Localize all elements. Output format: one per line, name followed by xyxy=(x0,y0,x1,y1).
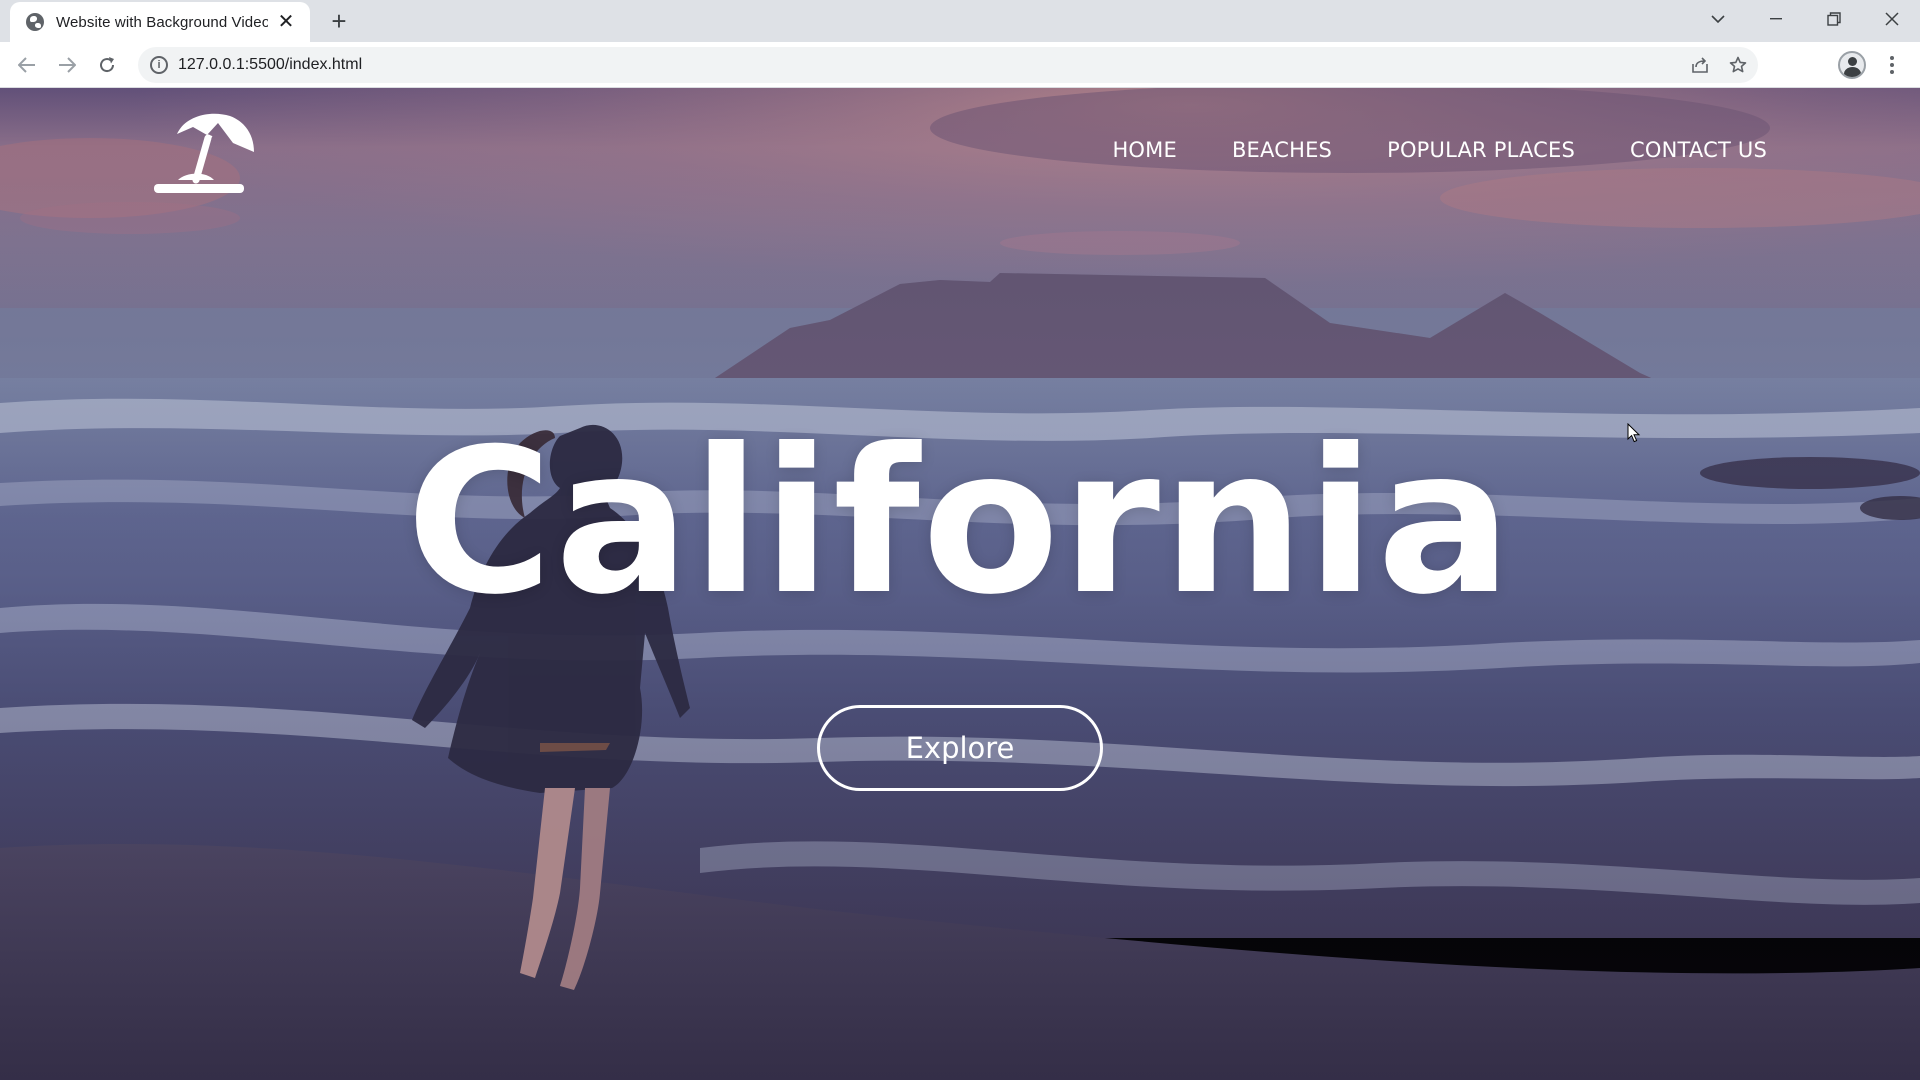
mouse-cursor-icon xyxy=(1627,422,1641,443)
minimize-icon[interactable] xyxy=(1748,0,1804,38)
star-icon[interactable] xyxy=(1724,51,1752,79)
arrow-left-icon[interactable] xyxy=(11,49,43,81)
tab-title: Website with Background Video xyxy=(56,13,268,31)
restore-icon[interactable] xyxy=(1806,0,1862,38)
nav-home[interactable]: HOME xyxy=(1112,138,1177,162)
hero-headline: California xyxy=(406,406,1514,639)
hero-section: HOME BEACHES POPULAR PLACES CONTACT US C… xyxy=(0,88,1920,1080)
beach-umbrella-icon[interactable] xyxy=(150,110,260,200)
explore-button[interactable]: Explore xyxy=(817,705,1103,791)
nav-beaches[interactable]: BEACHES xyxy=(1232,138,1332,162)
nav-popular-places[interactable]: POPULAR PLACES xyxy=(1387,138,1575,162)
close-icon[interactable] xyxy=(1864,0,1920,38)
kebab-menu-icon[interactable] xyxy=(1878,51,1906,79)
browser-toolbar: i 127.0.0.1:5500/index.html xyxy=(0,42,1920,88)
share-icon[interactable] xyxy=(1686,51,1714,79)
main-nav: HOME BEACHES POPULAR PLACES CONTACT US xyxy=(1112,138,1767,162)
tab-close-icon[interactable]: ✕ xyxy=(276,12,296,32)
address-bar[interactable]: i 127.0.0.1:5500/index.html xyxy=(138,47,1758,83)
browser-tab[interactable]: Website with Background Video ✕ xyxy=(10,2,310,42)
new-tab-button[interactable]: + xyxy=(324,6,354,36)
info-icon[interactable]: i xyxy=(150,56,168,74)
reload-icon[interactable] xyxy=(91,49,123,81)
globe-icon xyxy=(26,13,44,31)
avatar[interactable] xyxy=(1838,51,1866,79)
nav-contact-us[interactable]: CONTACT US xyxy=(1630,138,1767,162)
chevron-down-icon[interactable] xyxy=(1690,0,1746,38)
tab-strip: Website with Background Video ✕ + xyxy=(0,0,1920,42)
arrow-right-icon[interactable] xyxy=(51,49,83,81)
url-text[interactable]: 127.0.0.1:5500/index.html xyxy=(178,47,362,83)
